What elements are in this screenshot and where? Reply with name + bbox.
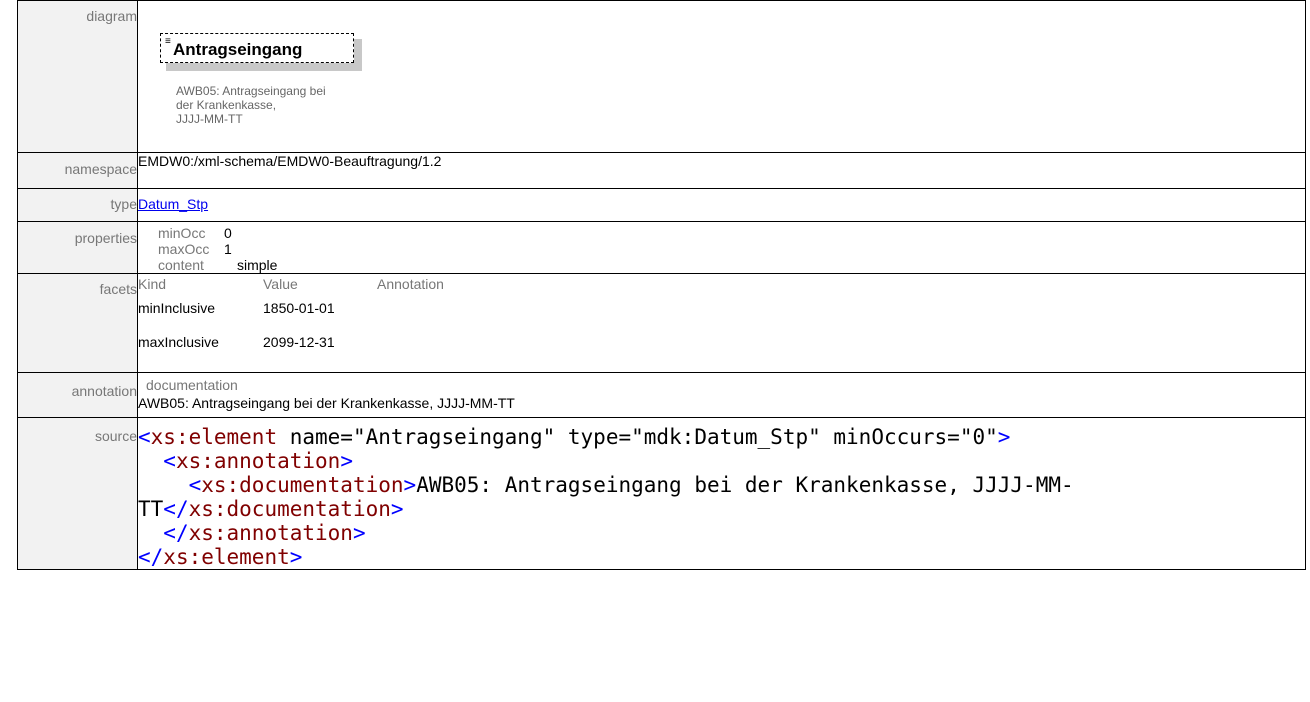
- namespace-cell: EMDW0:/xml-schema/EMDW0-Beauftragung/1.2: [137, 152, 1306, 189]
- source-punct: >: [390, 497, 404, 521]
- source-row: source <xs:element name="Antragseingang"…: [17, 417, 1306, 570]
- diagram-doc-line: der Krankenkasse,: [176, 98, 277, 112]
- element-lines-icon: ≡: [165, 36, 171, 47]
- property-value: 1: [224, 241, 232, 257]
- facet-kind: minInclusive: [138, 300, 216, 316]
- source-line: </xs:element>: [138, 545, 1305, 569]
- property-row: maxOcc 1: [158, 241, 1305, 257]
- properties-grid: minOcc 0 maxOcc 1 content simple: [158, 225, 1305, 273]
- property-value: simple: [237, 257, 278, 273]
- annotation-label-cell: annotation: [17, 372, 138, 418]
- type-label: type: [110, 196, 137, 212]
- property-value: 0: [224, 225, 232, 241]
- facets-label: facets: [99, 281, 137, 297]
- property-key: maxOcc: [158, 241, 210, 257]
- properties-cell: minOcc 0 maxOcc 1 content simple: [137, 221, 1306, 274]
- source-line: <xs:documentation>AWB05: Antragseingang …: [138, 473, 1305, 497]
- property-row: content simple: [158, 257, 1305, 273]
- source-line: <xs:annotation>: [138, 449, 1305, 473]
- facet-value: 2099-12-31: [263, 334, 335, 350]
- source-punct: >: [340, 449, 353, 473]
- source-punct: <: [138, 425, 151, 449]
- diagram-canvas: ≡ Antragseingang AWB05: Antragseingang b…: [138, 1, 1305, 152]
- source-tag-name: xs:documentation: [188, 497, 391, 521]
- source-code-block: <xs:element name="Antragseingang" type="…: [138, 425, 1305, 569]
- diagram-documentation: AWB05: Antragseingang bei der Krankenkas…: [176, 84, 346, 126]
- facets-table: Kind Value Annotation minInclusive 1850-…: [138, 274, 1305, 350]
- source-punct: >: [403, 473, 417, 497]
- properties-row: properties minOcc 0 maxOcc 1 content sim…: [17, 221, 1306, 274]
- source-punct: <: [188, 473, 202, 497]
- facet-row: maxInclusive 2099-12-31: [138, 334, 1305, 350]
- diagram-doc-line: JJJJ-MM-TT: [176, 112, 243, 126]
- source-text: AWB05: Antragseingang bei der Krankenkas…: [416, 473, 1074, 497]
- diagram-row: diagram ≡ Antragseingang AWB05: Antragse…: [17, 0, 1306, 153]
- source-punct: </: [138, 545, 164, 569]
- diagram-doc-line: AWB05: Antragseingang bei: [176, 84, 326, 98]
- facet-value: 1850-01-01: [263, 300, 335, 316]
- type-link[interactable]: Datum_Stp: [138, 196, 208, 212]
- facet-row: minInclusive 1850-01-01: [138, 300, 1305, 316]
- diagram-cell: ≡ Antragseingang AWB05: Antragseingang b…: [137, 0, 1306, 153]
- source-punct: </: [163, 521, 189, 545]
- source-tag-name: xs:annotation: [175, 449, 341, 473]
- source-tag-name: xs:annotation: [188, 521, 353, 545]
- property-row: minOcc 0: [158, 225, 1305, 241]
- source-punct: >: [289, 545, 303, 569]
- source-cell: <xs:element name="Antragseingang" type="…: [137, 417, 1306, 570]
- annotation-key: documentation: [146, 377, 238, 393]
- diagram-label-cell: diagram: [17, 0, 138, 153]
- facets-header-kind: Kind: [138, 276, 167, 292]
- facets-header: Kind Value Annotation: [138, 276, 1305, 292]
- source-text: [138, 449, 163, 473]
- source-tag-name: xs:element: [163, 545, 290, 569]
- source-label-cell: source: [17, 417, 138, 570]
- source-text: [138, 473, 189, 497]
- namespace-label: namespace: [64, 161, 137, 177]
- source-label: source: [94, 428, 137, 444]
- source-punct: >: [352, 521, 366, 545]
- annotation-label: annotation: [71, 383, 137, 399]
- source-text: name="Antragseingang" type="mdk:Datum_St…: [277, 425, 998, 449]
- namespace-row: namespace EMDW0:/xml-schema/EMDW0-Beauft…: [17, 152, 1306, 189]
- facets-row: facets Kind Value Annotation minInclusiv…: [17, 273, 1306, 373]
- facets-header-annotation: Annotation: [377, 276, 444, 292]
- type-cell: Datum_Stp: [137, 188, 1306, 222]
- source-punct: <: [163, 449, 176, 473]
- facet-kind: maxInclusive: [138, 334, 219, 350]
- element-box[interactable]: ≡ Antragseingang: [160, 33, 362, 71]
- annotation-row: annotation documentation AWB05: Antragse…: [17, 372, 1306, 418]
- schema-doc-table: diagram ≡ Antragseingang AWB05: Antragse…: [17, 0, 1306, 570]
- source-text: TT: [138, 497, 164, 521]
- source-tag-name: xs:element: [150, 425, 278, 449]
- diagram-label: diagram: [86, 8, 137, 24]
- type-row: type Datum_Stp: [17, 188, 1306, 222]
- annotation-value: AWB05: Antragseingang bei der Krankenkas…: [138, 395, 515, 411]
- type-label-cell: type: [17, 188, 138, 222]
- source-line: <xs:element name="Antragseingang" type="…: [138, 425, 1305, 449]
- element-name: Antragseingang: [173, 40, 303, 59]
- facets-header-value: Value: [263, 276, 298, 292]
- source-text: [138, 521, 163, 545]
- property-key: minOcc: [158, 225, 206, 241]
- annotation-cell: documentation AWB05: Antragseingang bei …: [137, 372, 1306, 418]
- source-punct: </: [163, 497, 189, 521]
- source-tag-name: xs:documentation: [201, 473, 404, 497]
- facets-label-cell: facets: [17, 273, 138, 373]
- source-line: TT</xs:documentation>: [138, 497, 1305, 521]
- property-key: content: [158, 257, 204, 273]
- namespace-label-cell: namespace: [17, 152, 138, 189]
- namespace-value: EMDW0:/xml-schema/EMDW0-Beauftragung/1.2: [138, 153, 442, 169]
- properties-label: properties: [74, 230, 137, 246]
- element-node[interactable]: ≡ Antragseingang: [160, 33, 354, 63]
- source-line: </xs:annotation>: [138, 521, 1305, 545]
- facets-cell: Kind Value Annotation minInclusive 1850-…: [137, 273, 1306, 373]
- properties-label-cell: properties: [17, 221, 138, 274]
- source-punct: >: [997, 425, 1011, 449]
